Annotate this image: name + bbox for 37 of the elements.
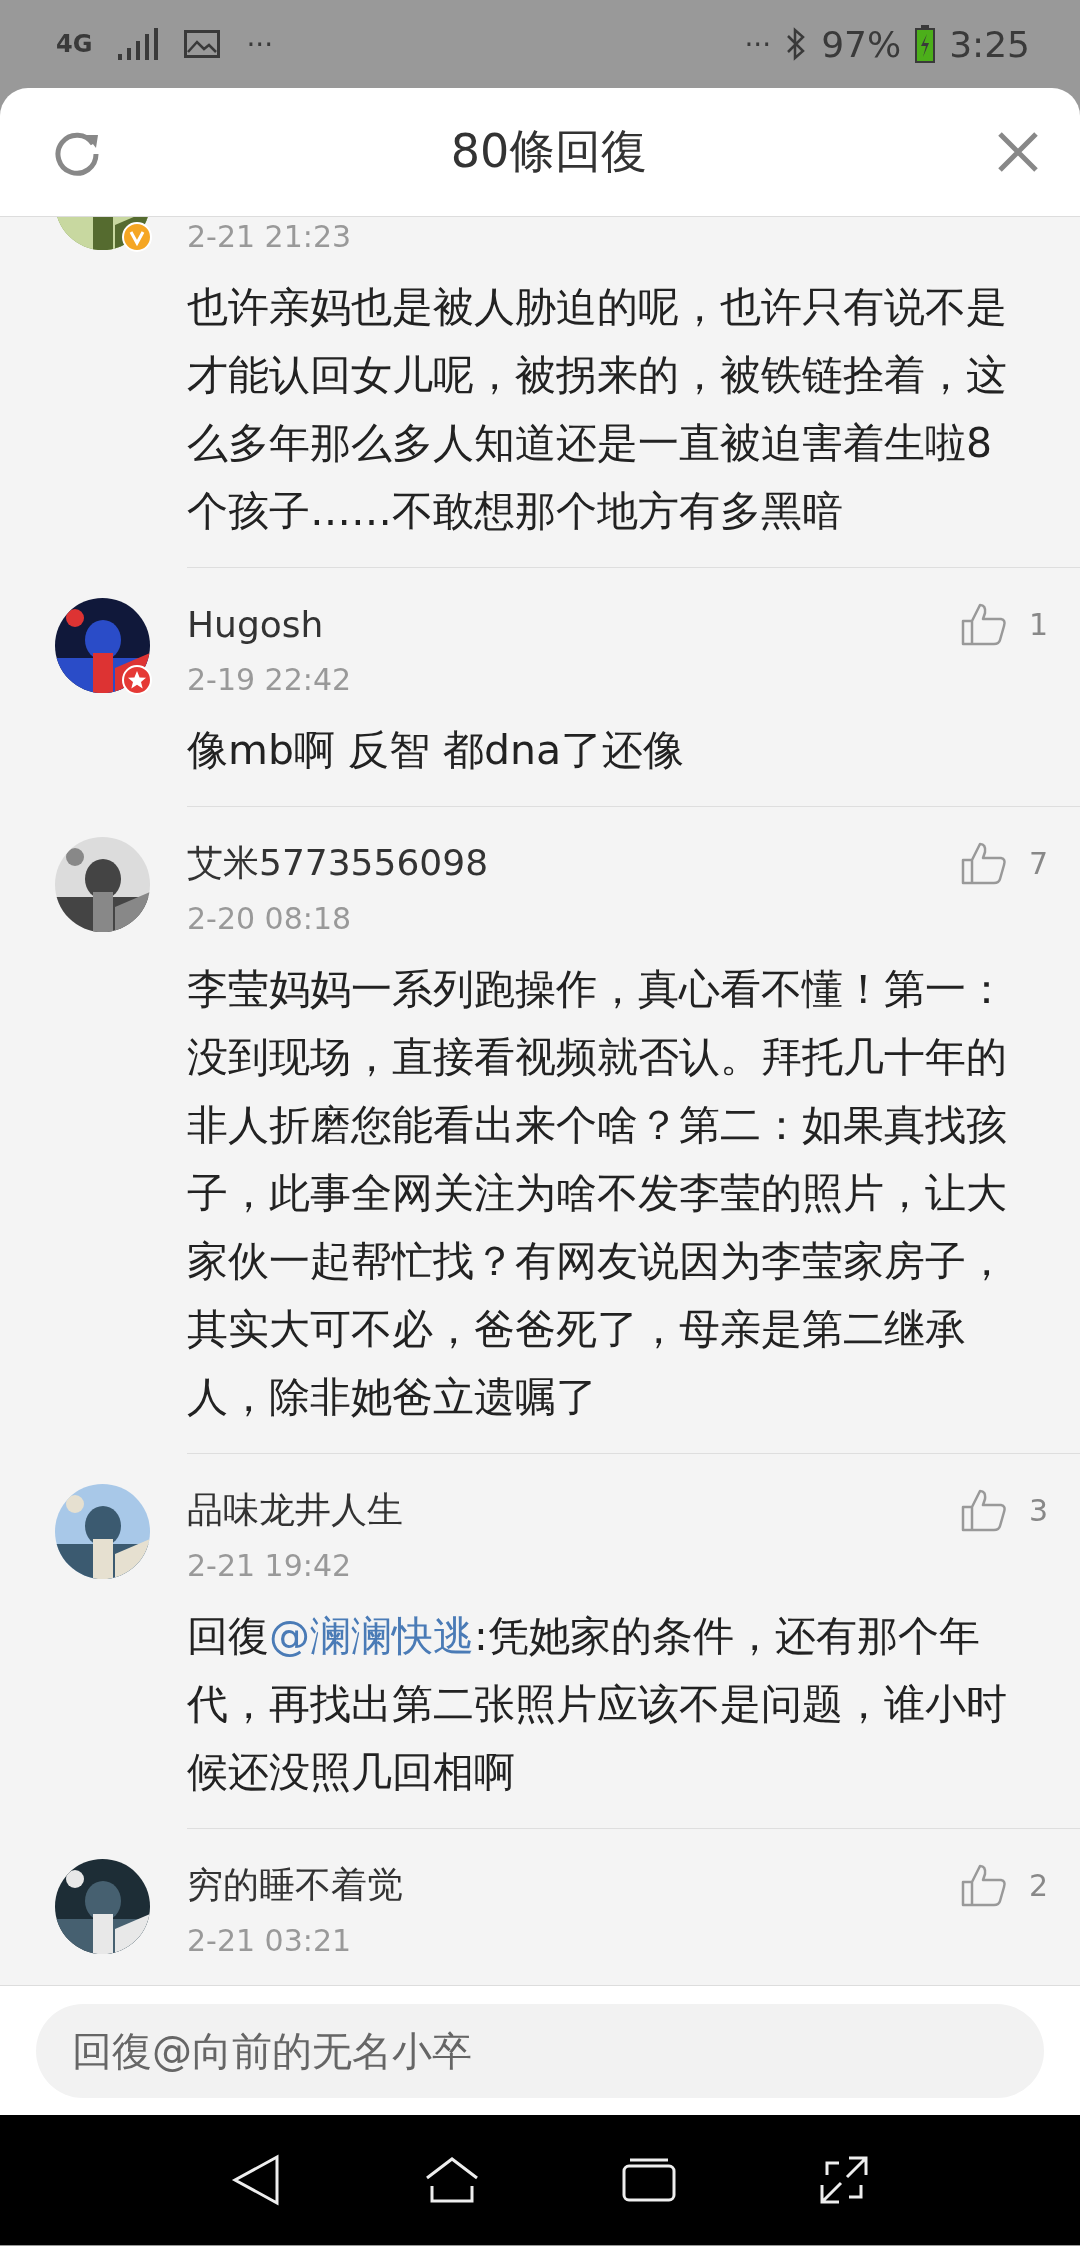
- recent-apps-icon[interactable]: [622, 2158, 677, 2202]
- home-icon[interactable]: [423, 2156, 480, 2204]
- user-name[interactable]: 品味龙井人生: [187, 1485, 403, 1535]
- comment-text: 像mb啊 反智 都dna了还像: [187, 725, 686, 776]
- reply-field[interactable]: 回復@向前的无名小卒: [36, 2003, 1044, 2098]
- comment-time: 2-20 08:18: [187, 900, 353, 938]
- thumbs-up-icon[interactable]: [960, 602, 1007, 646]
- comment-time: 2-21 19:42: [187, 1547, 353, 1585]
- sheet-title: 80條回復: [449, 123, 649, 180]
- like-count: 7: [1028, 845, 1048, 881]
- like-count: 1: [1028, 606, 1048, 642]
- network-type: 4G: [56, 32, 93, 56]
- battery-percent: 97%: [821, 23, 902, 65]
- thumbs-up-icon[interactable]: [960, 1863, 1007, 1907]
- signal-icon: [118, 28, 159, 60]
- comment-text: 李莹妈妈一系列跑操作，真心看不懂！第一：没到现场，直接看视频就否认。拜托几十年的非人折磨您能看出来个啥？第二：如果真找孩子，此事全网关注为啥不发李莹的照片，让大家伙一起帮忙找？有网友说因为李莹家房子，其实大可不必，爸爸死了，母亲是第二继承人，除非她爸立遗嘱了: [187, 964, 1008, 1423]
- rotate-icon[interactable]: [818, 2155, 869, 2205]
- comment-time: 2-21 03:21: [187, 1922, 353, 1960]
- like-count: 2: [1028, 1867, 1048, 1903]
- more-indicator: ···: [246, 27, 274, 61]
- comment-text: 回復@澜澜快逃:凭她家的条件，还有那个年代，再找出第二张照片应该不是问题，谁小时候还没照几回相啊: [187, 1611, 1008, 1798]
- comment-text: 也许亲妈也是被人胁迫的呢，也许只有说不是才能认回女儿呢，被拐来的，被铁链拴着，这么多年那么多人知道还是一直被迫害着生啦8个孩子……不敢想那个地方有多黑暗: [187, 282, 1008, 537]
- clock: 3:25: [949, 23, 1030, 65]
- user-name[interactable]: 艾米5773556098: [187, 838, 489, 888]
- user-name[interactable]: 穷的睡不着觉: [187, 1860, 403, 1910]
- thumbs-up-icon[interactable]: [960, 841, 1007, 885]
- comment-time: 2-21 21:23: [187, 218, 353, 256]
- image-icon: [184, 30, 221, 58]
- more-indicator: ···: [744, 27, 772, 61]
- close-icon[interactable]: [996, 130, 1040, 174]
- thumbs-up-icon[interactable]: [960, 1488, 1007, 1532]
- mention-link[interactable]: @澜澜快逃: [269, 1612, 474, 1660]
- back-icon[interactable]: [231, 2154, 282, 2206]
- like-count: 3: [1028, 1492, 1048, 1528]
- user-name[interactable]: Hugosh: [187, 603, 324, 645]
- comment-time: 2-19 22:42: [187, 661, 353, 699]
- battery-icon: [915, 25, 936, 63]
